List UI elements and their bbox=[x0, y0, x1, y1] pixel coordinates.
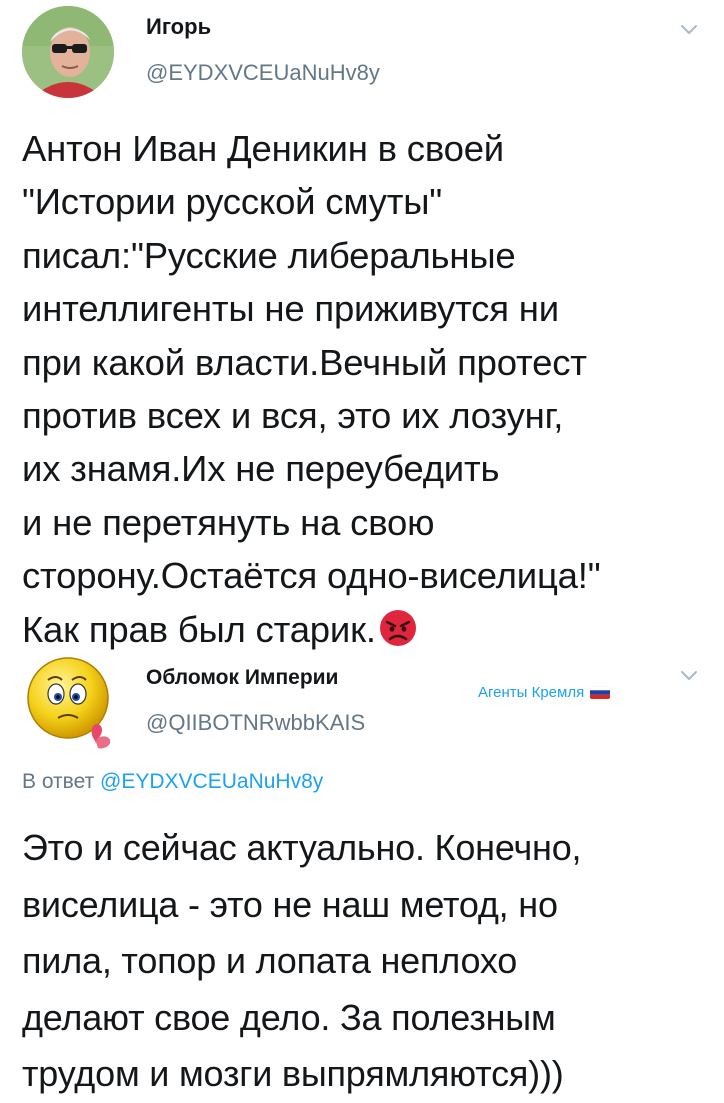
user-photo-icon bbox=[22, 6, 114, 98]
avatar[interactable] bbox=[22, 652, 122, 752]
user-handle[interactable]: @EYDXVCEUaNuHv8y bbox=[146, 60, 380, 86]
tweet-original: Игорь @EYDXVCEUaNuHv8y Антон Иван Деники… bbox=[0, 0, 724, 650]
russian-flag-icon bbox=[590, 686, 611, 699]
reply-handle-link[interactable]: @EYDXVCEUaNuHv8y bbox=[100, 770, 323, 793]
avatar[interactable] bbox=[22, 6, 114, 98]
tweet-text: Это и сейчас актуально. Конечно, виселиц… bbox=[22, 827, 582, 1094]
reply-context: В ответ @EYDXVCEUaNuHv8y bbox=[22, 770, 323, 794]
angry-face-emoji bbox=[378, 608, 418, 648]
chevron-down-icon[interactable] bbox=[678, 664, 700, 686]
profile-badge: Агенты Кремля bbox=[478, 684, 611, 701]
tweet-text-body: Антон Иван Деникин в своей "Истории русс… bbox=[22, 128, 601, 650]
chevron-down-icon[interactable] bbox=[678, 18, 700, 40]
badge-label: Агенты Кремля bbox=[478, 684, 585, 701]
display-name[interactable]: Обломок Империи bbox=[146, 666, 338, 690]
user-handle[interactable]: @QIIBOTNRwbbKAIS bbox=[146, 710, 365, 736]
smiley-avatar-icon bbox=[27, 657, 111, 749]
reply-prefix: В ответ bbox=[22, 770, 95, 793]
display-name[interactable]: Игорь bbox=[146, 14, 211, 40]
tweet-text: Антон Иван Деникин в своей "Истории русс… bbox=[22, 122, 712, 656]
